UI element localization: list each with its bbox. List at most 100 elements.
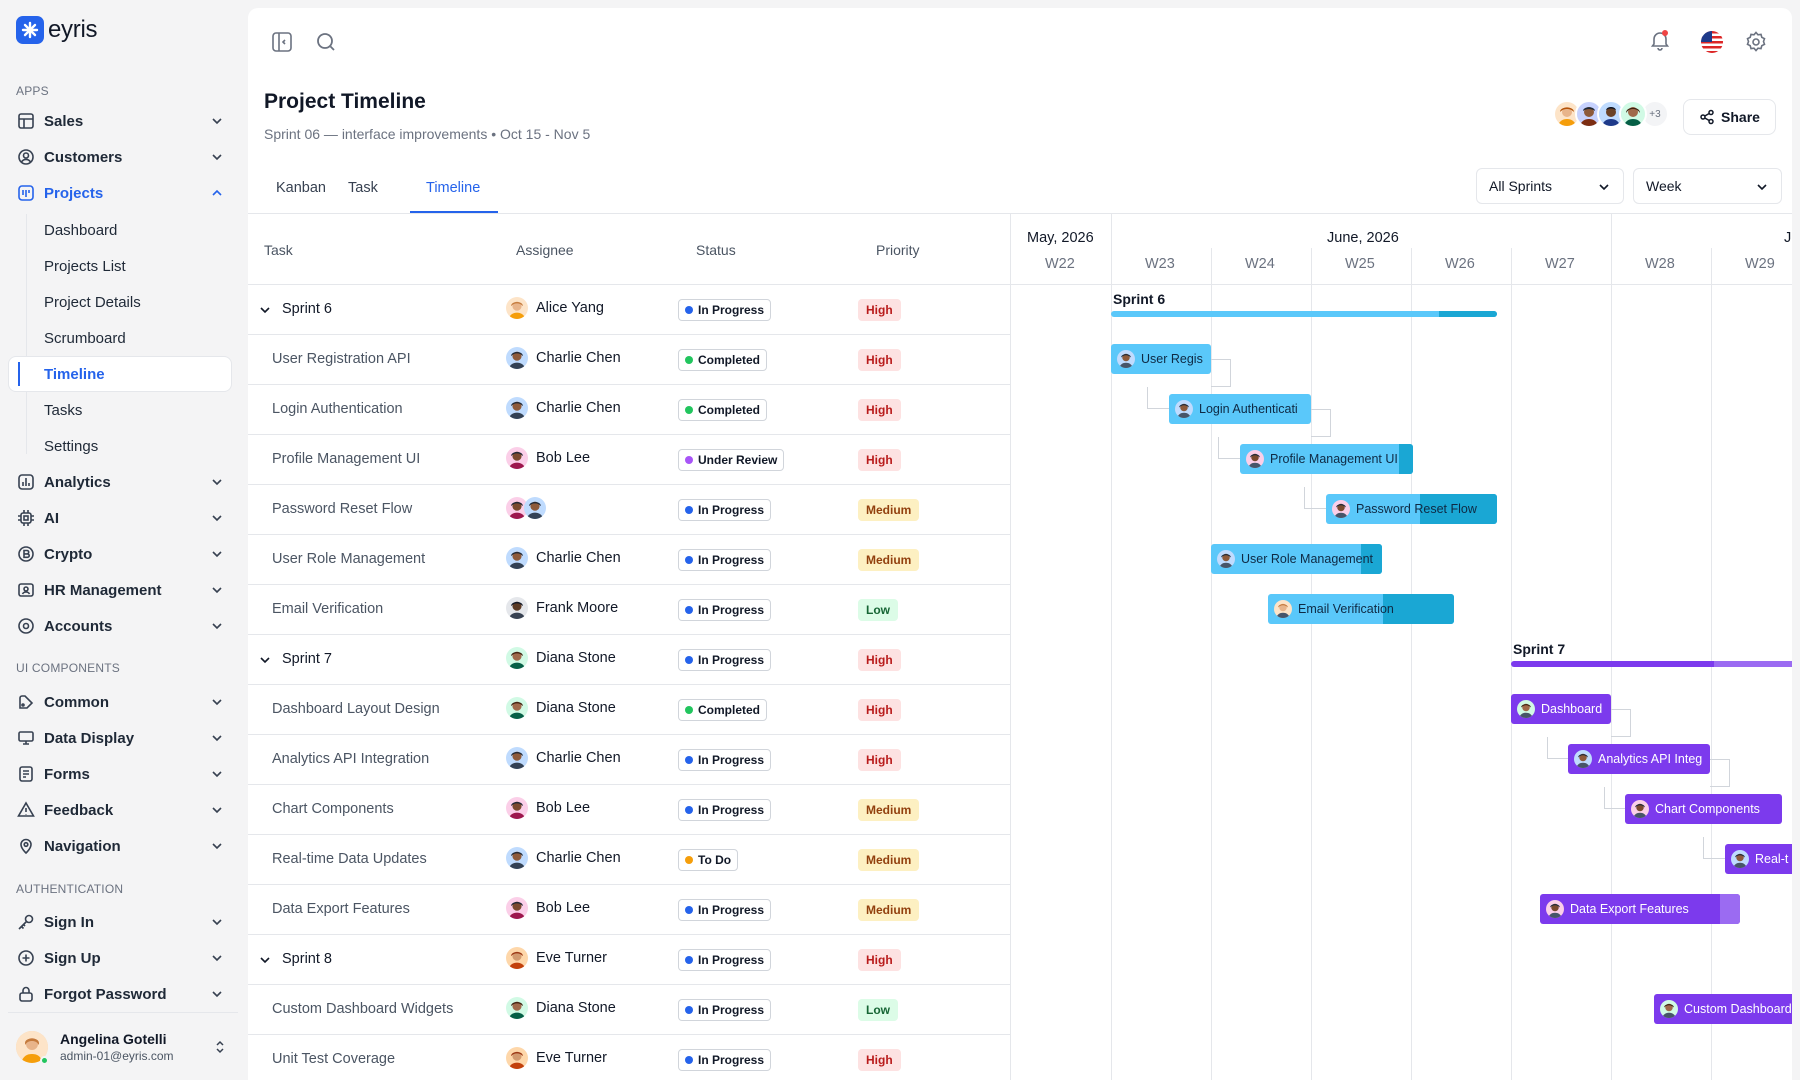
assignee-avatar [506,847,528,869]
column-header-status[interactable]: Status [696,242,736,258]
app-logo[interactable]: eyris [16,16,97,44]
column-header-assignee[interactable]: Assignee [516,242,574,258]
sidebar-item-navigation[interactable]: Navigation [16,831,230,861]
sidebar-subitem-project-details[interactable]: Project Details [44,287,141,317]
table-row[interactable]: Real-time Data Updates Charlie Chen To Do M… [248,834,1010,884]
sidebar-item-analytics[interactable]: Analytics [16,467,230,497]
table-row[interactable]: Data Export Features Bob Lee In Progress Me… [248,884,1010,934]
sidebar-subitem-tasks[interactable]: Tasks [44,395,82,425]
sidebar-item-customers[interactable]: Customers [16,142,230,172]
search-icon[interactable] [314,30,338,54]
dependency-connector [1147,387,1169,409]
sidebar-subitem-projects-list[interactable]: Projects List [44,251,126,281]
table-row[interactable]: Dashboard Layout Design Diana Stone Comple… [248,684,1010,734]
assignee-name: Charlie Chen [536,750,621,766]
table-row[interactable]: Login Authentication Charlie Chen Complete… [248,384,1010,434]
task-bar[interactable]: Real-t [1725,844,1792,874]
gantt-header-divider [1011,284,1792,285]
sidebar-item-common[interactable]: Common [16,687,230,717]
status-dot [685,456,693,464]
week-gridline [1611,284,1612,1080]
sidebar-item-sales[interactable]: Sales [16,106,230,136]
table-row[interactable]: Custom Dashboard Widgets Diana Stone In Pr… [248,984,1010,1034]
table-row[interactable]: Email Verification Frank Moore In Progress… [248,584,1010,634]
sidebar-item-forgot-password[interactable]: Forgot Password [16,979,230,1009]
task-bar[interactable]: Profile Management UI [1240,444,1413,474]
task-bar[interactable]: Login Authenticati [1169,394,1311,424]
status-label: In Progress [698,953,765,967]
task-bar[interactable]: Email Verification [1268,594,1454,624]
chevron-down-icon [212,843,222,850]
sidebar-item-accounts[interactable]: Accounts [16,611,230,641]
sidebar-subitem-scrumboard[interactable]: Scrumboard [44,323,126,353]
sidebar-item-data-display[interactable]: Data Display [16,723,230,753]
chevron-down-icon[interactable] [258,653,272,667]
share-button[interactable]: Share [1683,99,1776,135]
status-dot [685,606,693,614]
table-row[interactable]: Analytics API Integration Charlie Chen In … [248,734,1010,784]
page-subtitle: Sprint 06 — interface improvements • Oct… [264,126,591,142]
task-bar[interactable]: Data Export Features [1540,894,1740,924]
assignee-cell: Frank Moore [506,597,618,619]
month-label: Ju [1784,230,1792,246]
sidebar-subitem-dashboard[interactable]: Dashboard [44,215,117,245]
sprint-row[interactable]: Sprint 6 Alice Yang In Progress High [248,284,1010,334]
gear-icon[interactable] [1744,30,1768,54]
table-row[interactable]: Chart Components Bob Lee In Progress Medium [248,784,1010,834]
sidebar: eyris APPS Sales Customers Projects Dash… [0,0,248,1080]
task-bar-progress [1399,444,1413,474]
task-bar[interactable]: Chart Components [1625,794,1782,824]
sidebar-subitem-settings[interactable]: Settings [44,431,98,461]
sprint-row[interactable]: Sprint 8 Eve Turner In Progress High [248,934,1010,984]
assignee-avatar [506,897,528,919]
sidebar-item-forms[interactable]: Forms [16,759,230,789]
sidebar-item-crypto[interactable]: Crypto [16,539,230,569]
sidebar-item-sign-in[interactable]: Sign In [16,907,230,937]
table-row[interactable]: User Role Management Charlie Chen In Progr… [248,534,1010,584]
task-bar[interactable]: User Role Management [1211,544,1382,574]
bar-avatar [1517,700,1535,718]
sprint-row[interactable]: Sprint 7 Diana Stone In Progress High [248,634,1010,684]
tab-timeline[interactable]: Timeline [426,180,480,196]
sidebar-item-label: Feedback [44,801,114,819]
member-avatars[interactable]: +3 [1553,100,1669,128]
task-bar[interactable]: User Regis [1111,344,1211,374]
assignee-avatar [524,497,546,519]
timeline-gantt: May, 2026 June, 2026 Ju W22 W23 W24 W25 W26 W… [1010,214,1792,1080]
week-divider [1611,248,1612,284]
sidebar-item-hr-management[interactable]: HR Management [16,575,230,605]
assignee-name: Bob Lee [536,450,591,466]
bar-avatar [1546,900,1564,918]
tab-task[interactable]: Task [348,180,378,196]
chevron-down-icon[interactable] [258,953,272,967]
sidebar-subitem-timeline[interactable]: Timeline [44,359,105,389]
bell-icon[interactable] [1648,28,1672,52]
sidebar-item-feedback[interactable]: Feedback [16,795,230,825]
range-select[interactable]: Week [1633,168,1782,204]
task-name: Sprint 8 [282,951,332,967]
sprint-progress-bar[interactable] [1511,661,1792,667]
sprint-progress-bar[interactable] [1111,311,1497,317]
tab-kanban[interactable]: Kanban [276,180,326,196]
task-bar[interactable]: Password Reset Flow [1326,494,1497,524]
task-bar[interactable]: Custom Dashboard W [1654,994,1792,1024]
sidebar-item-projects[interactable]: Projects [16,178,230,208]
sidebar-item-sign-up[interactable]: Sign Up [16,943,230,973]
table-row[interactable]: Password Reset Flow In Progress Medium [248,484,1010,534]
table-row[interactable]: Unit Test Coverage Eve Turner In Progress H… [248,1034,1010,1080]
chevron-down-icon[interactable] [258,303,272,317]
task-bar[interactable]: Analytics API Integ [1568,744,1710,774]
sprint-select[interactable]: All Sprints [1476,168,1624,204]
table-row[interactable]: User Registration API Charlie Chen Complet… [248,334,1010,384]
sidebar-toggle-icon[interactable] [270,30,294,54]
status-badge: In Progress [678,649,772,671]
us-flag-icon[interactable] [1700,30,1724,54]
table-row[interactable]: Profile Management UI Bob Lee Under Review… [248,434,1010,484]
column-header-task[interactable]: Task [264,242,293,258]
column-header-priority[interactable]: Priority [876,242,920,258]
sidebar-item-ai[interactable]: AI [16,503,230,533]
task-name: Sprint 6 [282,301,332,317]
status-label: In Progress [698,603,765,617]
user-profile-card[interactable]: Angelina Gotelli admin-01@eyris.com [8,1020,238,1074]
task-bar[interactable]: Dashboard [1511,694,1611,724]
